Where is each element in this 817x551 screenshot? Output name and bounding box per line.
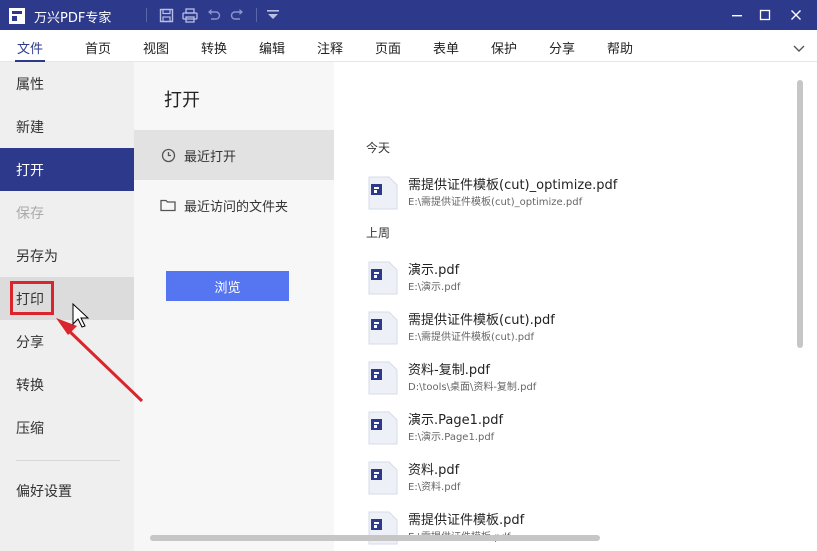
file-name: 资料.pdf	[408, 463, 460, 478]
file-name: 演示.Page1.pdf	[408, 413, 504, 428]
menu-comment[interactable]: 注释	[317, 38, 343, 57]
menu-convert[interactable]: 转换	[201, 38, 227, 57]
chevron-down-icon[interactable]	[792, 44, 806, 54]
menu-form[interactable]: 表单	[433, 38, 459, 57]
sidebar-item-compress[interactable]: 压缩	[0, 406, 134, 449]
menu-protect[interactable]: 保护	[491, 38, 517, 57]
file-name: 资料-复制.pdf	[408, 363, 490, 378]
pdf-file-icon	[368, 461, 398, 495]
list-item[interactable]: 演示.pdf E:\演示.pdf	[368, 259, 788, 303]
sidebar-item-save-as[interactable]: 另存为	[0, 234, 134, 277]
undo-icon[interactable]	[205, 6, 223, 24]
pdf-file-icon	[368, 176, 398, 210]
file-name: 需提供证件模板(cut)_optimize.pdf	[408, 178, 618, 193]
sidebar-item-open[interactable]: 打开	[0, 148, 134, 191]
folder-icon	[160, 197, 176, 213]
app-title: 万兴PDF专家	[34, 11, 112, 26]
list-item[interactable]: 资料.pdf E:\资料.pdf	[368, 459, 788, 503]
menu-home[interactable]: 首页	[85, 38, 111, 57]
page-title: 打开	[164, 90, 200, 111]
menu-edit[interactable]: 编辑	[259, 38, 285, 57]
menu-file[interactable]: 文件	[14, 38, 46, 62]
list-item[interactable]: 演示.Page1.pdf E:\演示.Page1.pdf	[368, 409, 788, 453]
sidebar-item-share[interactable]: 分享	[0, 320, 134, 363]
sidebar-item-new[interactable]: 新建	[0, 105, 134, 148]
app-logo-icon	[9, 8, 25, 24]
file-path: E:\需提供证件模板(cut)_optimize.pdf	[408, 197, 583, 208]
sidebar-divider	[16, 460, 120, 461]
list-item[interactable]: 需提供证件模板.pdf E:\需提供证件模板.pdf	[368, 509, 788, 551]
redo-icon[interactable]	[228, 6, 246, 24]
menu-help[interactable]: 帮助	[607, 38, 633, 57]
highlight-box	[10, 281, 54, 315]
recent-files-list: 今天 需提供证件模板(cut)_optimize.pdf E:\需提供证件模板(…	[334, 62, 817, 551]
maximize-icon[interactable]	[755, 5, 775, 25]
pdf-file-icon	[368, 361, 398, 395]
file-name: 演示.pdf	[408, 263, 460, 278]
pdf-file-icon	[368, 411, 398, 445]
file-path: E:\需提供证件模板(cut).pdf	[408, 332, 535, 343]
print-icon[interactable]	[181, 6, 199, 24]
vertical-scrollbar[interactable]	[797, 80, 803, 348]
file-name: 需提供证件模板(cut).pdf	[408, 313, 555, 328]
pdf-file-icon	[368, 261, 398, 295]
open-panel: 打开 最近打开 最近访问的文件夹 浏览	[134, 62, 334, 551]
save-icon[interactable]	[157, 6, 175, 24]
recent-files-label: 最近打开	[184, 149, 237, 165]
list-item[interactable]: 资料-复制.pdf D:\tools\桌面\资料-复制.pdf	[368, 359, 788, 403]
sidebar-item-save: 保存	[16, 205, 44, 222]
sidebar-item-preferences[interactable]: 偏好设置	[0, 469, 134, 512]
file-name: 需提供证件模板.pdf	[408, 513, 525, 528]
file-path: E:\演示.pdf	[408, 282, 461, 293]
quick-access-dropdown-icon[interactable]	[264, 6, 282, 24]
pdf-file-icon	[368, 311, 398, 345]
titlebar-divider	[256, 8, 257, 22]
file-path: D:\tools\桌面\资料-复制.pdf	[408, 382, 537, 393]
list-item[interactable]: 需提供证件模板(cut).pdf E:\需提供证件模板(cut).pdf	[368, 309, 788, 353]
menu-share[interactable]: 分享	[549, 38, 575, 57]
browse-button[interactable]: 浏览	[166, 271, 289, 301]
list-item[interactable]: 需提供证件模板(cut)_optimize.pdf E:\需提供证件模板(cut…	[368, 174, 788, 218]
recent-folders-label: 最近访问的文件夹	[184, 199, 289, 215]
menu-page[interactable]: 页面	[375, 38, 401, 57]
sidebar-item-properties[interactable]: 属性	[0, 62, 134, 105]
sidebar-item-convert[interactable]: 转换	[0, 363, 134, 406]
menu-bar: 文件 首页 视图 转换 编辑 注释 页面 表单 保护 分享 帮助	[0, 30, 817, 62]
section-last-week: 上周	[366, 226, 391, 240]
close-icon[interactable]	[786, 5, 806, 25]
file-path: E:\演示.Page1.pdf	[408, 432, 495, 443]
clock-icon	[160, 147, 176, 163]
recent-folders-tab[interactable]: 最近访问的文件夹	[134, 180, 334, 230]
horizontal-scrollbar[interactable]	[150, 535, 600, 541]
minimize-icon[interactable]	[727, 5, 747, 25]
section-today: 今天	[366, 141, 391, 155]
menu-view[interactable]: 视图	[143, 38, 169, 57]
recent-files-tab[interactable]: 最近打开	[134, 130, 334, 180]
title-bar: 万兴PDF专家	[0, 0, 817, 30]
titlebar-divider	[146, 8, 147, 22]
file-path: E:\资料.pdf	[408, 482, 461, 493]
